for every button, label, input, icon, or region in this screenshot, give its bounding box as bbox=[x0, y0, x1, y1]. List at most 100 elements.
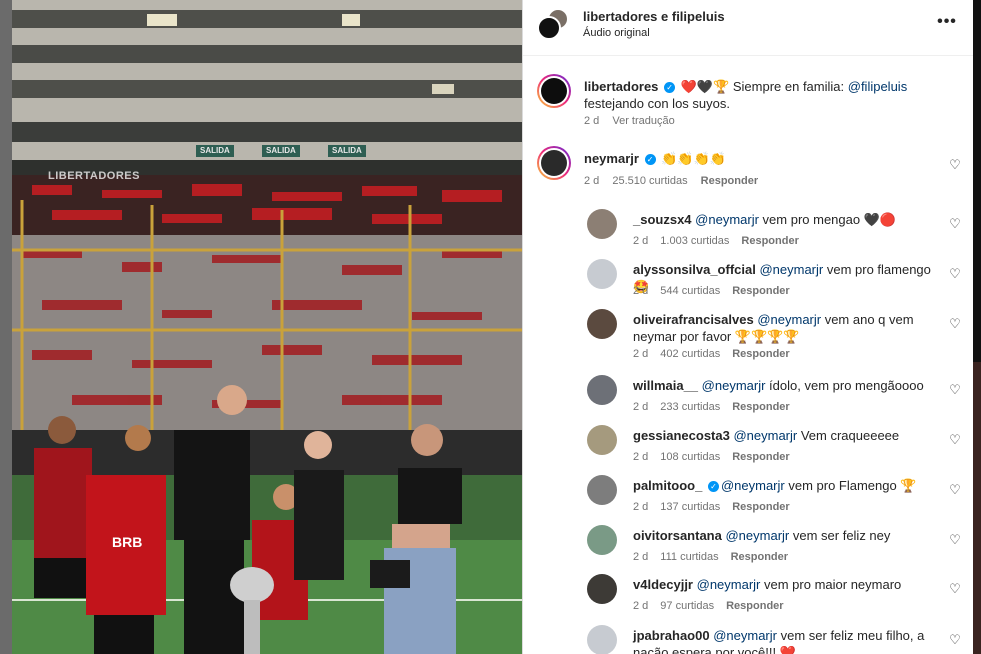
audio-label[interactable]: Áudio original bbox=[583, 27, 650, 39]
caption-username[interactable]: libertadores bbox=[584, 79, 658, 94]
reply-body: vem ser feliz ney bbox=[789, 528, 891, 543]
exit-sign: SALIDA bbox=[262, 145, 300, 157]
like-count[interactable]: 97 curtidas bbox=[660, 600, 714, 612]
post-authors[interactable]: libertadores e filipeluis bbox=[583, 9, 725, 24]
heart-icon[interactable]: ♡ bbox=[948, 267, 962, 281]
reply-button[interactable]: Responder bbox=[732, 348, 789, 360]
like-count[interactable]: 108 curtidas bbox=[660, 451, 720, 463]
reply-button[interactable]: Responder bbox=[701, 175, 758, 187]
heart-icon[interactable]: ♡ bbox=[948, 217, 962, 231]
mention-link[interactable]: @neymarjr bbox=[721, 478, 785, 493]
avatar[interactable] bbox=[537, 146, 571, 180]
reply-body: ídolo, vem pro mengãoooo bbox=[765, 378, 924, 393]
avatar[interactable] bbox=[587, 309, 617, 339]
mention-link[interactable]: @neymarjr bbox=[697, 577, 761, 592]
collab-avatars[interactable] bbox=[537, 8, 569, 40]
more-horizontal-icon[interactable]: ••• bbox=[935, 12, 959, 32]
reply-username[interactable]: _souzsx4 bbox=[633, 212, 692, 227]
stadium-scene bbox=[12, 0, 522, 654]
comment-text: neymarjr ✓ 👏👏👏👏 bbox=[584, 150, 954, 167]
avatar[interactable] bbox=[587, 625, 617, 654]
verified-badge-icon: ✓ bbox=[707, 481, 719, 492]
reply-button[interactable]: Responder bbox=[726, 600, 783, 612]
like-count[interactable]: 233 curtidas bbox=[660, 401, 720, 413]
avatar[interactable] bbox=[587, 375, 617, 405]
timestamp: 2 d bbox=[633, 235, 649, 247]
reply-button[interactable]: Responder bbox=[732, 401, 789, 413]
reply-body: vem pro mengao 🖤🔴 bbox=[758, 212, 897, 227]
timestamp: 2 d bbox=[584, 175, 600, 187]
right-gutter bbox=[973, 0, 981, 654]
reply-body: Vem craqueeeee bbox=[797, 428, 900, 443]
heart-icon[interactable]: ♡ bbox=[948, 633, 962, 647]
post-header: libertadores e filipeluis Áudio original… bbox=[523, 0, 973, 56]
like-count[interactable]: 1.003 curtidas bbox=[660, 235, 729, 247]
mention-link[interactable]: @neymarjr bbox=[702, 378, 766, 393]
reply-text: jpabrahao00 @neymarjr vem ser feliz meu … bbox=[633, 627, 933, 654]
heart-icon[interactable]: ♡ bbox=[948, 158, 962, 172]
reply-username[interactable]: oliveirafrancisalves bbox=[633, 312, 754, 327]
see-translation-link[interactable]: Ver tradução bbox=[612, 115, 674, 127]
heart-icon[interactable]: ♡ bbox=[948, 483, 962, 497]
mention-link[interactable]: @neymarjr bbox=[713, 628, 777, 643]
mention-link[interactable]: @neymarjr bbox=[695, 212, 759, 227]
timestamp: 2 d bbox=[584, 115, 600, 127]
like-count[interactable]: 111 curtidas bbox=[660, 551, 718, 563]
avatar[interactable] bbox=[587, 574, 617, 604]
comment-username[interactable]: neymarjr bbox=[584, 151, 639, 166]
reply-meta: 2 d 233 curtidas Responder bbox=[633, 401, 802, 413]
video-watermark: LIBERTADORES bbox=[48, 170, 140, 182]
comments-panel: libertadores e filipeluis Áudio original… bbox=[522, 0, 973, 654]
mention-link[interactable]: @neymarjr bbox=[759, 262, 823, 277]
like-count[interactable]: 25.510 curtidas bbox=[612, 175, 687, 187]
heart-icon[interactable]: ♡ bbox=[948, 533, 962, 547]
timestamp: 2 d bbox=[633, 451, 649, 463]
reply-text: palmitooo_ ✓ @neymarjr vem pro Flamengo 🏆 bbox=[633, 477, 933, 494]
reply-username[interactable]: alyssonsilva_offcial bbox=[633, 262, 756, 277]
avatar[interactable] bbox=[587, 209, 617, 239]
reply-text: oivitorsantana @neymarjr vem ser feliz n… bbox=[633, 527, 933, 544]
timestamp: 2 d bbox=[633, 285, 649, 297]
mention-link[interactable]: @neymarjr bbox=[757, 312, 821, 327]
caption-emojis: ❤️🖤🏆 bbox=[680, 79, 730, 94]
like-count[interactable]: 137 curtidas bbox=[660, 501, 720, 513]
comment-body: 👏👏👏👏 bbox=[661, 151, 726, 166]
avatar[interactable] bbox=[587, 475, 617, 505]
like-count[interactable]: 544 curtidas bbox=[660, 285, 720, 297]
reply-username[interactable]: v4ldecyjjr bbox=[633, 577, 693, 592]
reply-meta: 2 d 137 curtidas Responder bbox=[633, 501, 802, 513]
heart-icon[interactable]: ♡ bbox=[948, 582, 962, 596]
reply-meta: 2 d 544 curtidas Responder bbox=[633, 285, 802, 297]
verified-badge-icon: ✓ bbox=[644, 154, 656, 165]
reply-button[interactable]: Responder bbox=[731, 551, 788, 563]
reply-username[interactable]: jpabrahao00 bbox=[633, 628, 710, 643]
mention-link[interactable]: @neymarjr bbox=[733, 428, 797, 443]
reply-meta: 2 d 97 curtidas Responder bbox=[633, 600, 796, 612]
reply-username[interactable]: gessianecosta3 bbox=[633, 428, 730, 443]
heart-icon[interactable]: ♡ bbox=[948, 433, 962, 447]
reel-video[interactable]: LIBERTADORES SALIDA SALIDA SALIDA BRB bbox=[12, 0, 522, 654]
reply-meta: 2 d 111 curtidas Responder bbox=[633, 551, 800, 563]
avatar[interactable] bbox=[537, 74, 571, 108]
heart-icon[interactable]: ♡ bbox=[948, 317, 962, 331]
timestamp: 2 d bbox=[633, 551, 649, 563]
avatar[interactable] bbox=[587, 425, 617, 455]
reply-username[interactable]: palmitooo_ bbox=[633, 478, 702, 493]
caption-text: libertadores ✓ ❤️🖤🏆 Siempre en familia: … bbox=[584, 78, 954, 112]
reply-username[interactable]: oivitorsantana bbox=[633, 528, 722, 543]
reply-button[interactable]: Responder bbox=[732, 285, 789, 297]
comment-meta: 2 d 25.510 curtidas Responder bbox=[584, 175, 768, 187]
shirt-sponsor: BRB bbox=[112, 534, 143, 550]
mention-link[interactable]: @filipeluis bbox=[848, 79, 907, 94]
reply-button[interactable]: Responder bbox=[741, 235, 798, 247]
exit-sign: SALIDA bbox=[196, 145, 234, 157]
avatar[interactable] bbox=[587, 525, 617, 555]
mention-link[interactable]: @neymarjr bbox=[725, 528, 789, 543]
like-count[interactable]: 402 curtidas bbox=[660, 348, 720, 360]
reply-username[interactable]: willmaia__ bbox=[633, 378, 698, 393]
heart-icon[interactable]: ♡ bbox=[948, 383, 962, 397]
caption-text-after: festejando con los suyos. bbox=[584, 96, 730, 111]
avatar[interactable] bbox=[587, 259, 617, 289]
reply-button[interactable]: Responder bbox=[732, 451, 789, 463]
reply-button[interactable]: Responder bbox=[732, 501, 789, 513]
